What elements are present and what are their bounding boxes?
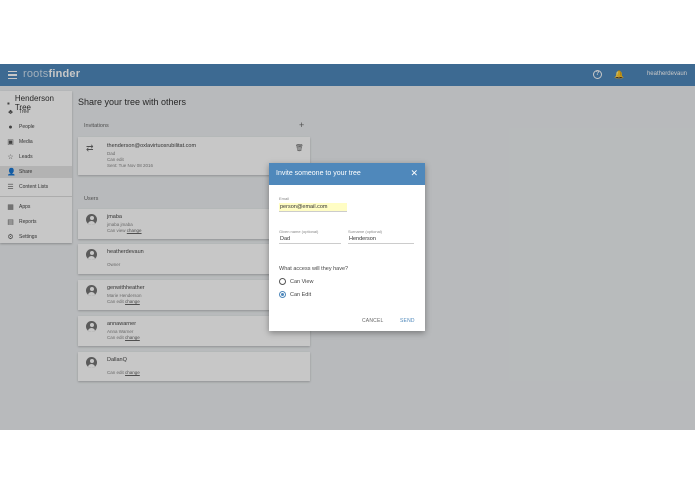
given-name-field[interactable] [279, 235, 341, 244]
dialog-title: Invite someone to your tree [276, 170, 361, 177]
cancel-button[interactable]: CANCEL [362, 318, 383, 324]
dialog-header: Invite someone to your tree ✕ [269, 163, 425, 185]
given-name-label: Given name (optional) [279, 229, 319, 234]
radio-can-view[interactable]: Can View [279, 278, 313, 285]
surname-label: Surname (optional) [348, 229, 383, 234]
email-label: Email [279, 196, 290, 201]
radio-can-edit[interactable]: Can Edit [279, 291, 311, 298]
radio-unchecked-icon[interactable] [279, 278, 286, 285]
email-field[interactable] [279, 203, 347, 212]
surname-field[interactable] [348, 235, 414, 244]
radio-checked-icon[interactable] [279, 291, 286, 298]
send-button[interactable]: SEND [400, 318, 415, 324]
invite-dialog: Invite someone to your tree ✕ Email Give… [269, 163, 425, 331]
app-shell: rootsfinder ? 🔔 heatherdevaun ▪ Henderso… [0, 64, 695, 430]
close-icon[interactable]: ✕ [410, 168, 418, 179]
access-question: What access will they have? [279, 266, 349, 272]
